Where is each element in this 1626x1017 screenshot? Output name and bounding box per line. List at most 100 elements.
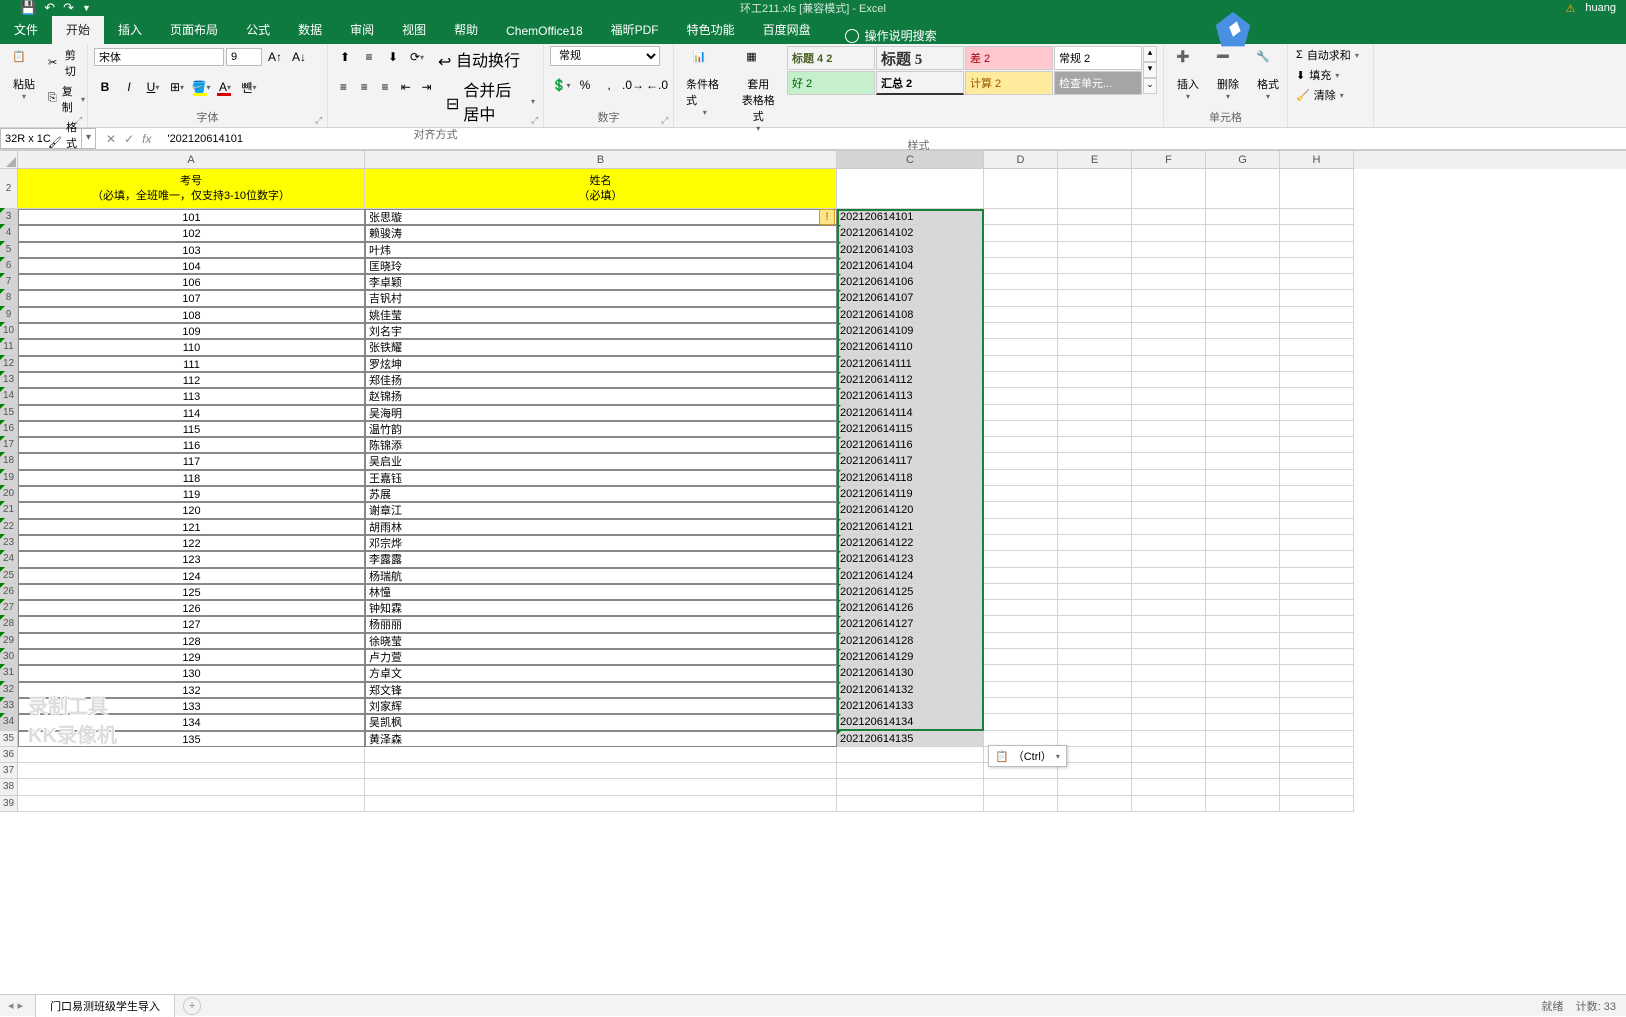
cell-student-code[interactable]: 202120614117 [837, 453, 984, 469]
accounting-button[interactable]: 💲▾ [550, 74, 572, 96]
italic-button[interactable]: I [118, 76, 140, 98]
number-format-combo[interactable]: 常规 [550, 46, 660, 66]
row-header-14[interactable]: 14 [0, 388, 18, 404]
cell-student-name[interactable]: 赖骏涛 [365, 225, 837, 241]
style-total[interactable]: 汇总 2 [876, 71, 964, 95]
row-header-25[interactable]: 25 [0, 568, 18, 584]
cell-exam-id[interactable]: 106 [18, 274, 365, 290]
cell-exam-id[interactable]: 101 [18, 209, 365, 225]
row-header-20[interactable]: 20 [0, 486, 18, 502]
column-header-G[interactable]: G [1206, 151, 1280, 169]
style-calc[interactable]: 计算 2 [965, 71, 1053, 95]
row-header-39[interactable]: 39 [0, 796, 18, 812]
align-middle-button[interactable]: ≡ [358, 46, 380, 68]
cell-student-name[interactable]: 卢力萱 [365, 649, 837, 665]
clipboard-launcher-icon[interactable]: ⤢ [75, 115, 85, 125]
cell-student-code[interactable]: 202120614109 [837, 323, 984, 339]
cell-exam-id[interactable]: 111 [18, 356, 365, 372]
row-header-21[interactable]: 21 [0, 502, 18, 518]
column-header-D[interactable]: D [984, 151, 1058, 169]
row-header-32[interactable]: 32 [0, 682, 18, 698]
cell-student-name[interactable]: 杨瑞航 [365, 568, 837, 584]
cell-exam-id[interactable]: 113 [18, 388, 365, 404]
column-headers[interactable]: ABCDEFGH [18, 151, 1626, 169]
row-header-34[interactable]: 34 [0, 714, 18, 730]
cell-student-name[interactable]: 陈锦添 [365, 437, 837, 453]
cell-exam-id[interactable]: 112 [18, 372, 365, 388]
cell-exam-id[interactable]: 104 [18, 258, 365, 274]
autosum-button[interactable]: Σ自动求和▾ [1294, 46, 1361, 64]
tab-chemoffice[interactable]: ChemOffice18 [492, 18, 596, 44]
cell-exam-id[interactable]: 119 [18, 486, 365, 502]
tab-foxit[interactable]: 福昕PDF [597, 15, 673, 44]
tab-special[interactable]: 特色功能 [673, 15, 749, 44]
cell-student-code[interactable]: 202120614104 [837, 258, 984, 274]
tab-layout[interactable]: 页面布局 [156, 15, 232, 44]
cell-exam-id[interactable]: 115 [18, 421, 365, 437]
cell-student-name[interactable]: 匡晓玲 [365, 258, 837, 274]
row-header-22[interactable]: 22 [0, 519, 18, 535]
cell-student-code[interactable]: 202120614112 [837, 372, 984, 388]
cell-student-code[interactable]: 202120614122 [837, 535, 984, 551]
cell-student-code[interactable]: 202120614132 [837, 682, 984, 698]
clear-button[interactable]: 🧹清除▾ [1294, 86, 1361, 104]
fill-color-button[interactable]: 🪣▾ [190, 76, 212, 98]
style-title5[interactable]: 标题 5 [876, 46, 964, 70]
cell-student-name[interactable]: 郑文锋 [365, 682, 837, 698]
cell-exam-id[interactable]: 128 [18, 633, 365, 649]
fx-icon[interactable]: fx [142, 132, 151, 146]
tab-formulas[interactable]: 公式 [232, 15, 284, 44]
row-header-36[interactable]: 36 [0, 747, 18, 763]
cell-student-name[interactable]: 胡雨林 [365, 519, 837, 535]
cell-exam-id[interactable]: 132 [18, 682, 365, 698]
cell-exam-id[interactable]: 110 [18, 339, 365, 355]
align-center-button[interactable]: ≡ [355, 76, 374, 98]
bold-button[interactable]: B [94, 76, 116, 98]
qat-dropdown-icon[interactable]: ▼ [82, 3, 91, 13]
cell-student-code[interactable]: 202120614103 [837, 242, 984, 258]
cell-exam-id[interactable]: 134 [18, 714, 365, 730]
cell-student-name[interactable]: 郑佳扬 [365, 372, 837, 388]
undo-icon[interactable]: ↶ [44, 0, 55, 16]
increase-font-button[interactable]: A↑ [264, 46, 286, 68]
delete-cells-button[interactable]: ➖删除▾ [1210, 46, 1246, 105]
row-header-23[interactable]: 23 [0, 535, 18, 551]
cell-exam-id[interactable]: 127 [18, 616, 365, 632]
cell-student-code[interactable]: 202120614116 [837, 437, 984, 453]
cell-exam-id[interactable]: 123 [18, 551, 365, 567]
cell-student-name[interactable]: 刘家辉 [365, 698, 837, 714]
decrease-indent-button[interactable]: ⇤ [396, 76, 415, 98]
row-header-37[interactable]: 37 [0, 763, 18, 779]
select-all-corner[interactable] [0, 151, 18, 169]
sheet-nav-last-icon[interactable]: ▸ [18, 999, 24, 1012]
cell-student-code[interactable]: 202120614102 [837, 225, 984, 241]
pinyin-button[interactable]: 뺸▾ [238, 76, 260, 98]
cell-exam-id[interactable]: 129 [18, 649, 365, 665]
cell-student-name[interactable]: 钟知霖 [365, 600, 837, 616]
cell-student-code[interactable]: 202120614123 [837, 551, 984, 567]
cell-exam-id[interactable]: 130 [18, 665, 365, 681]
percent-button[interactable]: % [574, 74, 596, 96]
cell-student-code[interactable]: 202120614120 [837, 502, 984, 518]
cell-student-code[interactable]: 202120614101 [837, 209, 984, 225]
align-right-button[interactable]: ≡ [376, 76, 395, 98]
tab-file[interactable]: 文件 [0, 15, 52, 44]
comma-button[interactable]: , [598, 74, 620, 96]
tab-baidu[interactable]: 百度网盘 [749, 15, 825, 44]
spreadsheet-grid[interactable]: ABCDEFGH 2345678910111213141516171819202… [0, 150, 1626, 818]
row-headers[interactable]: 2345678910111213141516171819202122232425… [0, 169, 18, 812]
copy-button[interactable]: ⎘复制▾ [46, 82, 87, 116]
cell-student-name[interactable]: 温竹韵 [365, 421, 837, 437]
number-launcher-icon[interactable]: ⤢ [661, 115, 671, 125]
cell-student-name[interactable]: 谢章江 [365, 502, 837, 518]
cell-student-name[interactable]: 罗炫坤 [365, 356, 837, 372]
row-header-28[interactable]: 28 [0, 616, 18, 632]
row-header-31[interactable]: 31 [0, 665, 18, 681]
cell-student-name[interactable]: 方卓文 [365, 665, 837, 681]
row-header-8[interactable]: 8 [0, 290, 18, 306]
cell-exam-id[interactable]: 121 [18, 519, 365, 535]
align-launcher-icon[interactable]: ⤢ [531, 115, 541, 125]
cell-exam-id[interactable]: 120 [18, 502, 365, 518]
cell-exam-id[interactable]: 117 [18, 453, 365, 469]
cell-student-code[interactable]: 202120614129 [837, 649, 984, 665]
